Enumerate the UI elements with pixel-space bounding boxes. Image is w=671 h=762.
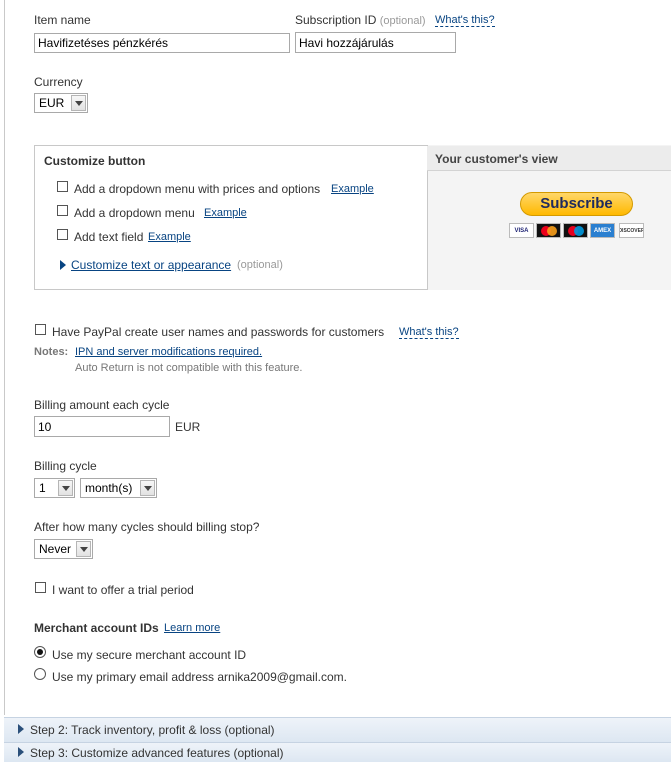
chevron-down-icon — [140, 480, 155, 496]
step-3-bar[interactable]: Step 3: Customize advanced features (opt… — [4, 742, 671, 762]
discover-card-icon: DISCOVER — [619, 223, 644, 238]
paypal-create-users-help[interactable]: What's this? — [399, 326, 459, 339]
option-dropdown-example[interactable]: Example — [204, 207, 247, 219]
merchant-secure-id-label: Use my secure merchant account ID — [52, 648, 247, 662]
merchant-email-label: Use my primary email address arnika2009@… — [52, 670, 347, 684]
merchant-email-radio[interactable] — [34, 668, 46, 680]
billing-stop-select[interactable]: Never — [34, 539, 93, 559]
item-name-label: Item name — [34, 13, 91, 27]
step-3-label: Step 3: Customize advanced features (opt… — [30, 745, 284, 760]
mastercard-icon — [536, 223, 561, 238]
option-text-field-label: Add text field — [74, 230, 144, 244]
customer-view-title: Your customer's view — [435, 152, 558, 166]
expand-triangle-icon — [18, 723, 24, 737]
currency-value: EUR — [39, 96, 65, 110]
paypal-create-users-label: Have PayPal create user names and passwo… — [52, 325, 385, 339]
option-dropdown-checkbox[interactable] — [57, 205, 68, 216]
trial-period-label: I want to offer a trial period — [52, 583, 194, 597]
currency-label: Currency — [34, 75, 83, 89]
subscription-id-label: Subscription ID (optional) — [295, 13, 426, 27]
step-2-bar[interactable]: Step 2: Track inventory, profit & loss (… — [4, 717, 671, 742]
billing-stop-value: Never — [39, 542, 72, 556]
notes-label: Notes: — [34, 346, 69, 358]
maestro-card-icon — [563, 223, 588, 238]
billing-amount-input[interactable] — [34, 416, 170, 437]
customize-appearance-link[interactable]: Customize text or appearance — [71, 258, 231, 272]
chevron-down-icon — [58, 480, 73, 496]
merchant-learn-more-link[interactable]: Learn more — [164, 622, 220, 634]
step-2-label: Step 2: Track inventory, profit & loss (… — [30, 723, 275, 737]
billing-amount-label: Billing amount each cycle — [34, 398, 170, 412]
chevron-down-icon — [76, 541, 91, 557]
billing-cycle-unit-select[interactable]: month(s) — [80, 478, 157, 498]
paypal-create-users-checkbox[interactable] — [35, 324, 46, 335]
merchant-ids-label: Merchant account IDs — [34, 621, 159, 635]
option-dropdown-label: Add a dropdown menu — [74, 206, 195, 220]
currency-select[interactable]: EUR — [34, 93, 88, 113]
option-text-field-example[interactable]: Example — [148, 231, 191, 243]
visa-card-icon: VISA — [509, 223, 534, 238]
subscription-id-input[interactable] — [295, 32, 456, 53]
trial-period-checkbox[interactable] — [35, 582, 46, 593]
expand-triangle-icon — [60, 259, 66, 273]
option-dropdown-prices-example[interactable]: Example — [331, 183, 374, 195]
ipn-modifications-link[interactable]: IPN and server modifications required. — [75, 346, 262, 358]
item-name-input[interactable] — [34, 33, 290, 53]
billing-stop-label: After how many cycles should billing sto… — [34, 520, 260, 534]
billing-cycle-unit-value: month(s) — [85, 481, 133, 495]
billing-cycle-count-select[interactable]: 1 — [34, 478, 75, 498]
subscription-id-label-text: Subscription ID — [295, 13, 377, 27]
subscription-id-optional: (optional) — [379, 15, 426, 27]
subscribe-button-preview: Subscribe — [520, 192, 633, 216]
option-dropdown-prices-label: Add a dropdown menu with prices and opti… — [74, 182, 321, 196]
option-dropdown-prices-checkbox[interactable] — [57, 181, 68, 192]
expand-triangle-icon — [18, 746, 24, 760]
option-text-field-checkbox[interactable] — [57, 229, 68, 240]
merchant-secure-id-radio[interactable] — [34, 646, 46, 658]
chevron-down-icon — [71, 95, 86, 111]
amex-card-icon: AMEX — [590, 223, 615, 238]
auto-return-note: Auto Return is not compatible with this … — [75, 362, 303, 374]
subscription-help-link[interactable]: What's this? — [435, 14, 495, 27]
left-border — [4, 0, 5, 715]
radio-selected-dot — [37, 649, 43, 655]
customize-appearance-optional: (optional) — [237, 259, 283, 271]
customize-button-title: Customize button — [44, 154, 146, 168]
billing-amount-currency: EUR — [175, 420, 201, 434]
billing-cycle-count-value: 1 — [39, 481, 46, 495]
billing-cycle-label: Billing cycle — [34, 459, 97, 473]
